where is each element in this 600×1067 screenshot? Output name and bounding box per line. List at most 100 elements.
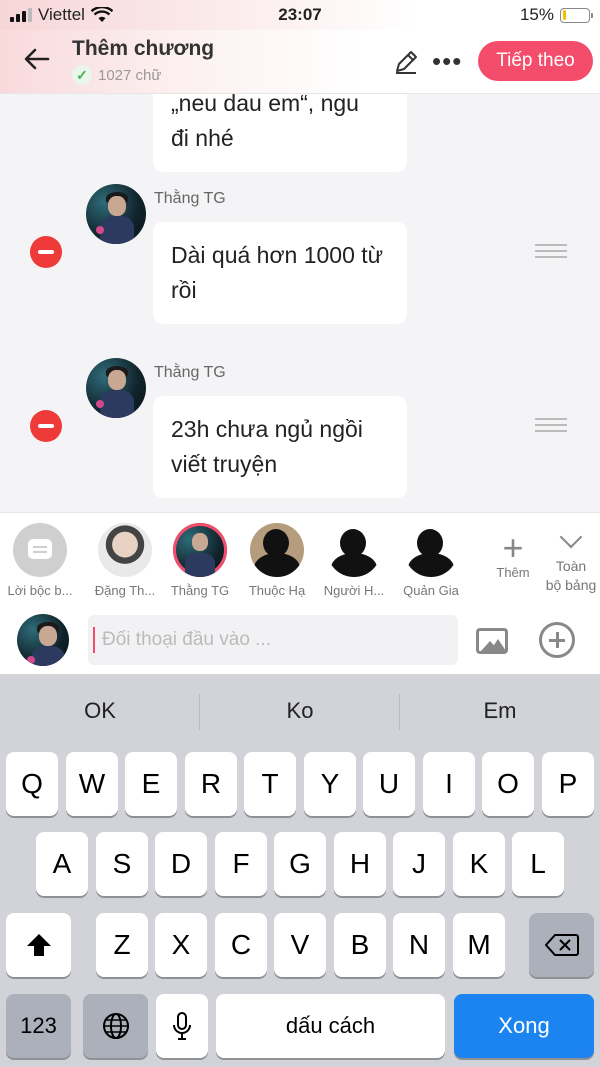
- key[interactable]: S: [96, 832, 148, 896]
- note-icon: [13, 523, 67, 577]
- key[interactable]: X: [155, 913, 207, 977]
- character-item-selected[interactable]: Thằng TG: [162, 523, 238, 598]
- character-name: Thuộc Hạ: [248, 583, 306, 598]
- key[interactable]: R: [185, 752, 237, 816]
- key[interactable]: P: [542, 752, 594, 816]
- silhouette-icon: [327, 523, 381, 577]
- dictation-key[interactable]: [156, 994, 208, 1058]
- all-board-label-2: bộ bảng: [545, 577, 597, 593]
- character-name: Quản Gia: [403, 583, 459, 598]
- all-board-button[interactable]: Toàn bộ bảng: [542, 527, 600, 595]
- add-character-button[interactable]: + Thêm: [490, 527, 536, 581]
- key[interactable]: K: [453, 832, 505, 896]
- key[interactable]: W: [66, 752, 118, 816]
- key[interactable]: U: [363, 752, 415, 816]
- character-item[interactable]: Người H...: [316, 523, 392, 598]
- key[interactable]: A: [36, 832, 88, 896]
- drag-handle-icon[interactable]: [535, 244, 567, 258]
- key[interactable]: V: [274, 913, 326, 977]
- key[interactable]: H: [334, 832, 386, 896]
- silhouette-icon: [404, 523, 458, 577]
- key[interactable]: I: [423, 752, 475, 816]
- plus-icon: +: [502, 527, 524, 568]
- key[interactable]: B: [334, 913, 386, 977]
- key[interactable]: T: [244, 752, 296, 816]
- space-key[interactable]: dấu cách: [216, 994, 445, 1058]
- avatar: [173, 523, 227, 577]
- character-name: Lời bộc b...: [7, 583, 73, 598]
- numbers-key[interactable]: 123: [6, 994, 71, 1058]
- key[interactable]: F: [215, 832, 267, 896]
- character-selector: Lời bộc b... Đặng Th... Thằng TG Thuộc H…: [0, 512, 600, 606]
- message-text-partial: „neu dau em“, ngu: [171, 94, 359, 116]
- avatar: [86, 184, 146, 244]
- add-character-label: Thêm: [496, 565, 530, 580]
- key[interactable]: E: [125, 752, 177, 816]
- back-arrow-icon[interactable]: [22, 44, 56, 78]
- battery-status: 15%: [519, 5, 593, 25]
- drag-handle-icon[interactable]: [535, 418, 567, 432]
- avatar: [98, 523, 152, 577]
- dialogue-input[interactable]: [102, 615, 452, 665]
- key[interactable]: J: [393, 832, 445, 896]
- key[interactable]: N: [393, 913, 445, 977]
- sender-name: Thằng TG: [154, 364, 226, 381]
- key[interactable]: M: [453, 913, 505, 977]
- current-speaker-avatar[interactable]: [17, 614, 69, 666]
- key[interactable]: Y: [304, 752, 356, 816]
- page-title: Thêm chương: [72, 37, 215, 60]
- battery-percent: 15%: [519, 5, 554, 24]
- globe-key[interactable]: [83, 994, 148, 1058]
- text-cursor: [93, 627, 95, 653]
- suggestion[interactable]: OK: [0, 674, 200, 748]
- add-circle-icon[interactable]: [539, 622, 575, 658]
- chevron-down-icon: [558, 527, 584, 553]
- suggestion-bar: OK Ko Em: [0, 674, 600, 748]
- input-bar: [0, 606, 600, 674]
- character-name: Người H...: [323, 583, 385, 598]
- dialogue-input-wrapper: [88, 615, 458, 665]
- backspace-icon: [544, 934, 579, 956]
- word-count: ✓ 1027 chữ: [72, 65, 161, 85]
- key[interactable]: D: [155, 832, 207, 896]
- message-bubble[interactable]: „neu dau em“, ngu đi nhé: [153, 94, 407, 172]
- key[interactable]: L: [512, 832, 564, 896]
- message-text: đi nhé: [171, 125, 234, 151]
- word-count-label: 1027 chữ: [98, 66, 162, 84]
- check-icon: ✓: [72, 65, 92, 85]
- key[interactable]: Z: [96, 913, 148, 977]
- shift-arrow-icon: [26, 934, 51, 956]
- shift-key[interactable]: [6, 913, 71, 977]
- suggestion[interactable]: Ko: [200, 674, 400, 748]
- all-board-label: Toàn: [555, 558, 587, 574]
- remove-icon[interactable]: [30, 236, 62, 268]
- character-item[interactable]: Quản Gia: [393, 523, 469, 598]
- character-name: Thằng TG: [170, 583, 230, 598]
- suggestion[interactable]: Em: [400, 674, 600, 748]
- dialogue-list[interactable]: „neu dau em“, ngu đi nhé Thằng TG Dài qu…: [0, 94, 600, 512]
- silhouette-icon: [250, 523, 304, 577]
- key[interactable]: C: [215, 913, 267, 977]
- edit-pencil-icon[interactable]: [392, 48, 420, 76]
- keyboard: OK Ko Em Q W E R T Y U I O P A S D F G H…: [0, 674, 600, 1067]
- return-key[interactable]: Xong: [454, 994, 594, 1058]
- backspace-key[interactable]: [529, 913, 594, 977]
- globe-icon: [102, 1013, 129, 1039]
- status-bar: Viettel 23:07 15%: [0, 0, 600, 30]
- next-button[interactable]: Tiếp theo: [478, 41, 593, 81]
- character-item[interactable]: Đặng Th...: [87, 523, 163, 598]
- key[interactable]: G: [274, 832, 326, 896]
- character-item[interactable]: Thuộc Hạ: [239, 523, 315, 598]
- key[interactable]: O: [482, 752, 534, 816]
- more-options-icon[interactable]: •••: [432, 46, 462, 77]
- sender-name: Thằng TG: [154, 190, 226, 207]
- image-icon[interactable]: [476, 628, 508, 654]
- character-item[interactable]: Lời bộc b...: [2, 523, 78, 598]
- clock: 23:07: [278, 5, 322, 24]
- remove-icon[interactable]: [30, 410, 62, 442]
- key[interactable]: Q: [6, 752, 58, 816]
- battery-icon: [560, 7, 593, 23]
- character-name: Đặng Th...: [94, 583, 156, 598]
- message-bubble[interactable]: 23h chưa ngủ ngồi viết truyện: [153, 396, 407, 498]
- message-bubble[interactable]: Dài quá hơn 1000 từ rồi: [153, 222, 407, 324]
